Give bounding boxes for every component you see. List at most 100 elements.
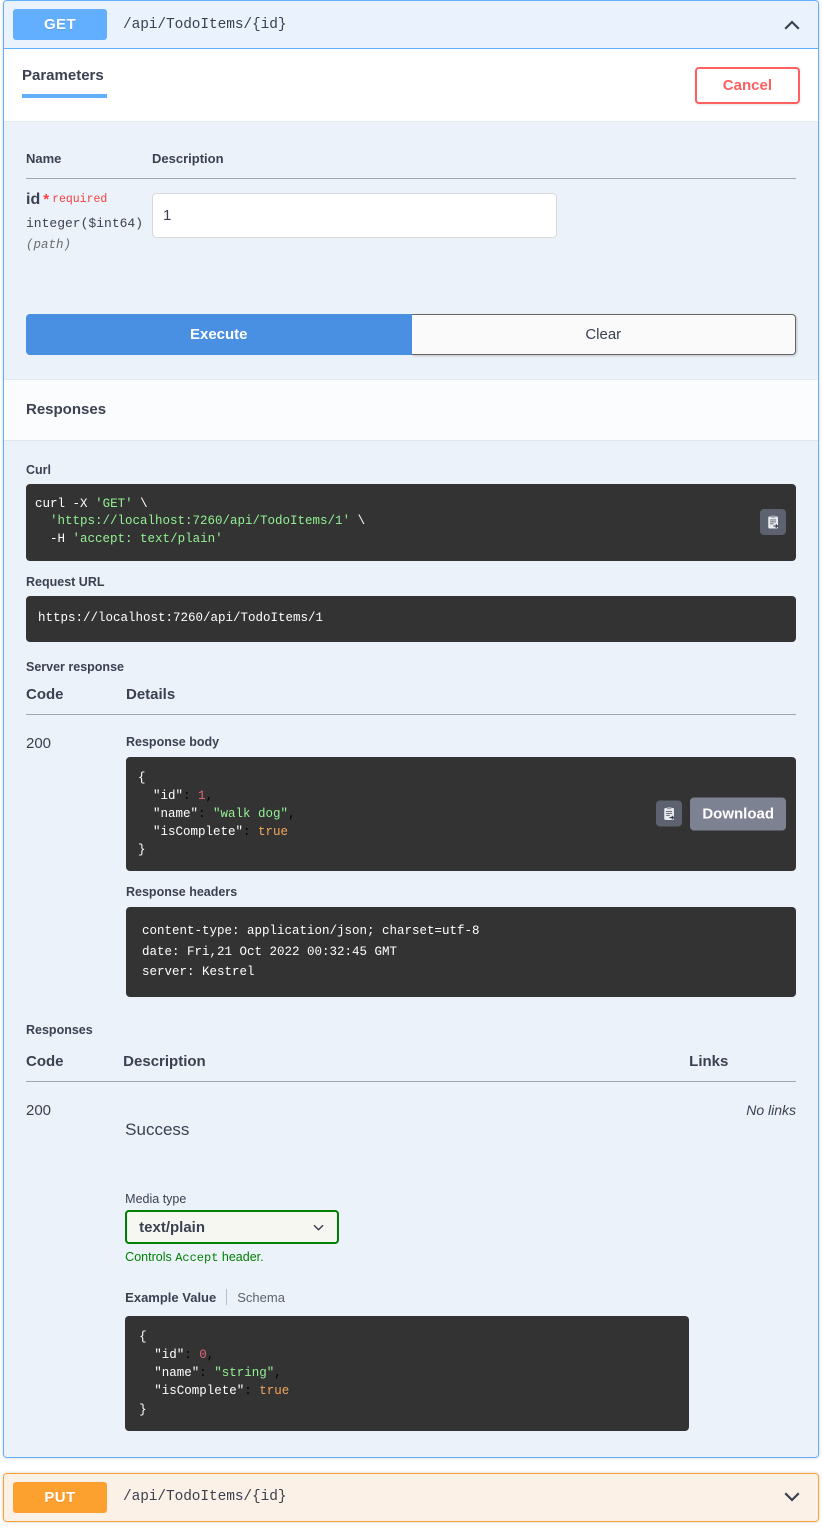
responses-heading-band: Responses <box>4 379 818 441</box>
response-doc-code: 200 <box>26 1082 123 1431</box>
response-links: No links <box>689 1082 796 1431</box>
operation-path: /api/TodoItems/{id} <box>107 1489 779 1505</box>
request-url-block: https://localhost:7260/api/TodoItems/1 <box>26 596 796 642</box>
json-key-iscomplete: "isComplete" <box>153 825 243 839</box>
opblock-summary-put[interactable]: PUT /api/TodoItems/{id} <box>4 1474 818 1521</box>
curl-code-block: curl -X 'GET' \ 'https://localhost:7260/… <box>26 484 796 561</box>
curl-label: Curl <box>26 463 796 477</box>
parameters-table-header: Name Description <box>26 142 796 179</box>
response-body-label: Response body <box>126 735 796 749</box>
server-response-area: Curl curl -X 'GET' \ 'https://localhost:… <box>4 441 818 1002</box>
parameter-meta-cell: id*required integer($int64) (path) <box>26 179 152 252</box>
tab-parameters[interactable]: Parameters <box>22 67 104 98</box>
server-response-table-header: Code Details <box>26 684 796 715</box>
tab-divider <box>226 1289 227 1305</box>
json-brace-close: } <box>139 1403 147 1417</box>
parameters-table: Name Description id*required integer($in… <box>26 142 796 252</box>
response-description: Success <box>123 1102 689 1140</box>
json-value-iscomplete: true <box>258 825 288 839</box>
responses-doc-table-header: Code Description Links <box>26 1051 796 1082</box>
json-key-iscomplete: "isComplete" <box>154 1384 244 1398</box>
response-body-actions: Download <box>656 797 786 830</box>
media-type-select[interactable]: text/plain <box>125 1210 339 1244</box>
copy-to-clipboard-icon[interactable] <box>760 509 786 535</box>
http-method-badge-get: GET <box>13 9 107 40</box>
chevron-down-icon[interactable] <box>779 1484 805 1510</box>
opblock-get: GET /api/TodoItems/{id} Parameters Cance… <box>3 0 819 1458</box>
copy-to-clipboard-icon[interactable] <box>656 801 682 827</box>
column-header-links: Links <box>689 1051 796 1082</box>
chevron-up-icon[interactable] <box>779 12 805 38</box>
curl-method: 'GET' <box>95 497 133 511</box>
spacer <box>126 871 796 885</box>
controls-note-code: Accept <box>175 1251 218 1265</box>
server-response-label: Server response <box>26 660 796 674</box>
download-button[interactable]: Download <box>690 797 786 830</box>
parameter-name-label: id <box>26 191 40 208</box>
execute-clear-row: Execute Clear <box>4 252 818 379</box>
opblock-summary-get[interactable]: GET /api/TodoItems/{id} <box>4 1 818 49</box>
column-header-details: Details <box>126 684 796 715</box>
responses-heading: Responses <box>26 401 796 418</box>
responses-doc-section: Responses Code Description Links 200 Suc… <box>4 1001 818 1457</box>
json-value-id: 0 <box>199 1348 207 1362</box>
json-key-id: "id" <box>154 1348 184 1362</box>
column-header-code: Code <box>26 1051 123 1082</box>
example-schema-tabs: Example Value Schema <box>125 1289 689 1305</box>
json-value-name: "walk dog" <box>213 807 288 821</box>
parameter-name-id: id*required <box>26 191 152 209</box>
required-star-icon: * <box>40 191 49 208</box>
controls-accept-note: Controls Accept header. <box>125 1250 689 1265</box>
cancel-button[interactable]: Cancel <box>695 67 800 104</box>
media-type-value: text/plain <box>139 1219 205 1236</box>
column-header-name: Name <box>26 142 152 179</box>
execute-button[interactable]: Execute <box>26 314 412 355</box>
json-value-id: 1 <box>198 789 206 803</box>
column-header-description: Description <box>152 142 796 179</box>
response-body-block: { "id": 1, "name": "walk dog", "isComple… <box>126 757 796 872</box>
curl-flag-h: -H <box>50 532 65 546</box>
json-key-name: "name" <box>153 807 198 821</box>
json-brace-open: { <box>138 771 146 785</box>
curl-url: 'https://localhost:7260/api/TodoItems/1' <box>50 514 350 528</box>
curl-flag-x: -X <box>73 497 88 511</box>
opblock-put: PUT /api/TodoItems/{id} <box>3 1473 819 1522</box>
table-row: id*required integer($int64) (path) <box>26 179 796 252</box>
response-headers-block: content-type: application/json; charset=… <box>126 907 796 997</box>
parameter-value-input-id[interactable] <box>152 193 557 238</box>
tab-schema[interactable]: Schema <box>237 1290 285 1305</box>
curl-accept-header: 'accept: text/plain' <box>73 532 223 546</box>
table-row: 200 Success Media type text/plain Contro… <box>26 1082 796 1431</box>
curl-continuation-2: \ <box>358 514 366 528</box>
operation-path: /api/TodoItems/{id} <box>107 17 779 33</box>
json-brace-open: { <box>139 1330 147 1344</box>
server-response-details-cell: Response body { "id": 1, "name": "walk d… <box>126 714 796 997</box>
json-value-name: "string" <box>214 1366 274 1380</box>
column-header-code: Code <box>26 684 126 715</box>
json-key-id: "id" <box>153 789 183 803</box>
json-brace-close: } <box>138 843 146 857</box>
json-key-name: "name" <box>154 1366 199 1380</box>
parameters-section: Name Description id*required integer($in… <box>4 121 818 252</box>
server-response-code: 200 <box>26 714 126 997</box>
tab-example-value[interactable]: Example Value <box>125 1290 216 1305</box>
responses-doc-title: Responses <box>26 1023 796 1037</box>
column-header-description: Description <box>123 1051 689 1082</box>
example-value-block: { "id": 0, "name": "string", "isComplete… <box>125 1316 689 1431</box>
required-label: required <box>49 193 107 206</box>
clear-button[interactable]: Clear <box>412 314 797 355</box>
response-doc-description-cell: Success Media type text/plain Controls A… <box>123 1082 689 1431</box>
chevron-down-icon <box>311 1220 326 1235</box>
parameter-type: integer($int64) <box>26 209 152 231</box>
parameters-tabbar: Parameters Cancel <box>4 49 818 121</box>
spacer <box>26 561 796 575</box>
controls-note-suffix: header. <box>218 1250 263 1264</box>
parameter-input-cell <box>152 179 796 252</box>
responses-doc-table: Code Description Links 200 Success Media… <box>26 1051 796 1431</box>
server-response-table: Code Details 200 Response body { "id": 1… <box>26 684 796 998</box>
controls-note-prefix: Controls <box>125 1250 175 1264</box>
json-value-iscomplete: true <box>259 1384 289 1398</box>
curl-continuation-1: \ <box>140 497 148 511</box>
request-url-label: Request URL <box>26 575 796 589</box>
response-headers-label: Response headers <box>126 885 796 899</box>
